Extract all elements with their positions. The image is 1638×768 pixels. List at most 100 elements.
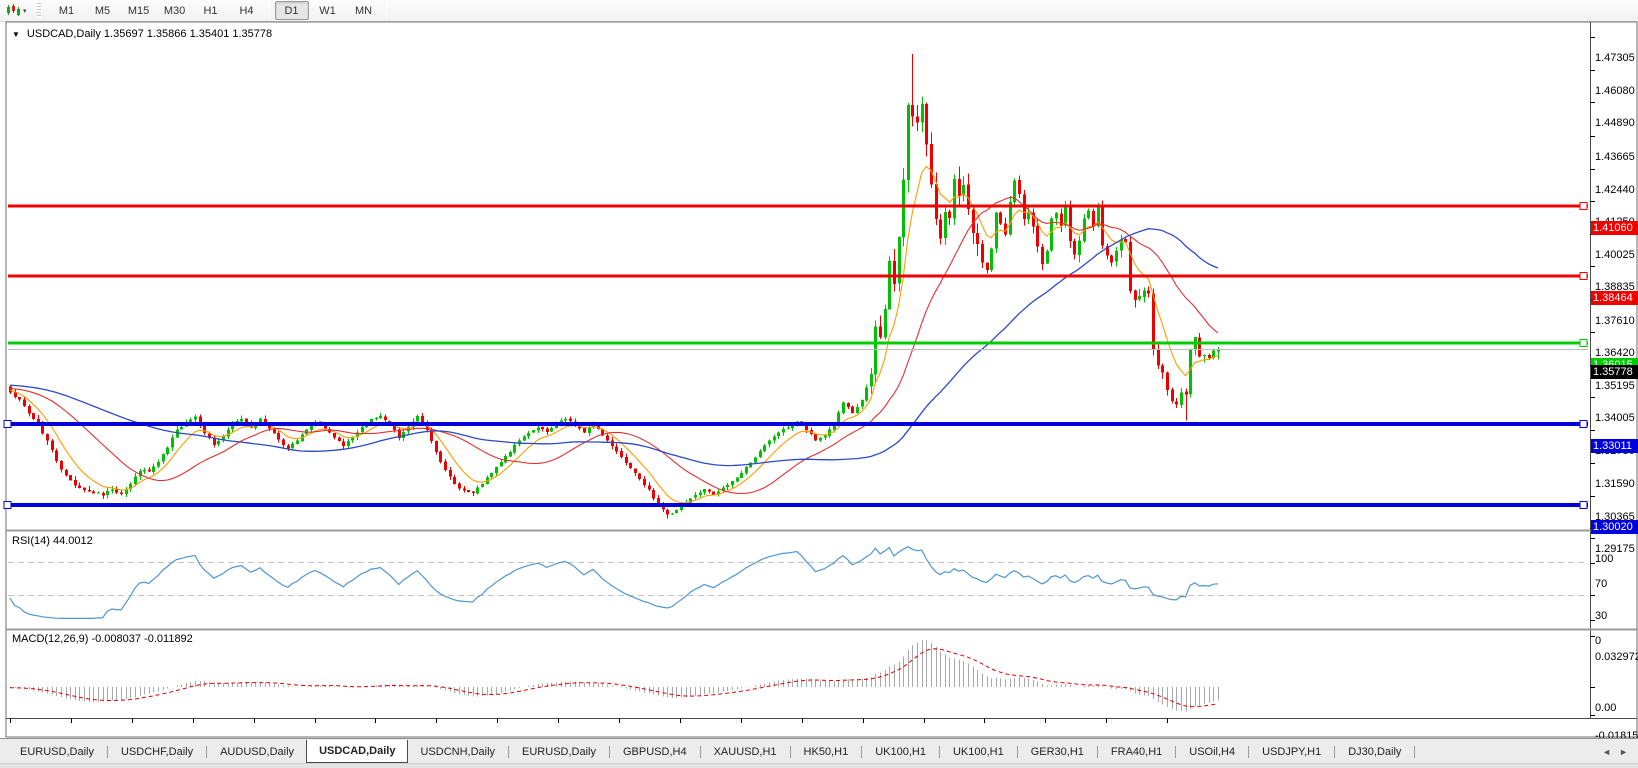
candle-body <box>819 438 822 441</box>
price-axis-tick-label: 1.43665 <box>1595 151 1635 163</box>
candle-body <box>731 481 734 485</box>
candle-body <box>338 437 341 442</box>
candle-body <box>1203 354 1206 357</box>
candle-body <box>1152 293 1155 350</box>
chart-tabs: EURUSD,Daily USDCHF,Daily AUDUSD,Daily USDC… <box>8 739 1416 764</box>
candle-body <box>83 487 86 491</box>
candle-body <box>740 473 743 479</box>
line-handle[interactable] <box>1579 272 1588 280</box>
chart-canvas[interactable] <box>0 0 1638 768</box>
macd-indicator-label: MACD(12,26,9) -0.008037 -0.011892 <box>12 633 193 645</box>
candle-body <box>1055 213 1058 219</box>
candle-body <box>532 430 535 433</box>
candle-body <box>1046 251 1049 264</box>
chart-tab-usdcad-daily[interactable]: USDCAD,Daily <box>306 739 409 763</box>
price-axis-tick-label: 1.40025 <box>1595 249 1635 261</box>
chart-tab-usdjpy-h1[interactable]: USDJPY,H1 <box>1250 742 1333 762</box>
candle-body <box>648 485 651 490</box>
candle-body <box>523 436 526 441</box>
chart-tab-usdcnh-daily[interactable]: USDCNH,Daily <box>408 742 507 762</box>
candle-body <box>120 492 123 494</box>
chart-tab-xauusd-h1[interactable]: XAUUSD,H1 <box>702 742 789 762</box>
candle-body <box>166 447 169 454</box>
candle-body <box>995 212 998 249</box>
line-handle[interactable] <box>3 420 12 428</box>
candle-body <box>32 413 35 420</box>
tab-separator <box>1334 745 1336 758</box>
candle-body <box>754 457 757 463</box>
candle-body <box>342 441 345 446</box>
candle-body <box>541 426 544 430</box>
candle-body <box>1166 372 1169 390</box>
candle-body <box>902 179 905 238</box>
candle-body <box>1120 239 1123 251</box>
line-handle[interactable] <box>1579 339 1588 347</box>
candle-body <box>51 440 54 451</box>
tab-separator <box>1414 745 1416 758</box>
chart-tab-audusd-daily[interactable]: AUDUSD,Daily <box>208 742 306 762</box>
candle-body <box>500 462 503 467</box>
chart-tab-gbpusd-h4[interactable]: GBPUSD,H4 <box>611 742 699 762</box>
candle-body <box>1134 290 1137 301</box>
chart-tab-eurusd-daily[interactable]: EURUSD,Daily <box>8 742 106 762</box>
symbol-dropdown-icon[interactable]: ▼ <box>12 30 20 39</box>
chart-tab-uk100-h1[interactable]: UK100,H1 <box>941 742 1016 762</box>
chart-tab-usdchf-daily[interactable]: USDCHF,Daily <box>109 742 205 762</box>
candle-body <box>981 243 984 263</box>
tab-scroll-arrows: ◄ ► <box>1602 747 1628 757</box>
candle-body <box>148 469 151 472</box>
candle-body <box>564 418 567 421</box>
candle-body <box>23 399 26 407</box>
line-handle[interactable] <box>3 501 12 509</box>
chart-tab-dj30-daily[interactable]: DJ30,Daily <box>1336 742 1413 762</box>
candle-body <box>513 444 516 453</box>
rsi-indicator-label: RSI(14) 44.0012 <box>12 535 93 547</box>
chart-tab-hk50-h1[interactable]: HK50,H1 <box>792 742 861 762</box>
tab-separator <box>206 745 208 758</box>
candle-body <box>773 436 776 441</box>
candle-body <box>74 479 77 486</box>
candle-body <box>1147 290 1150 294</box>
candle-body <box>708 489 711 492</box>
candle-body <box>88 489 91 492</box>
candle-body <box>879 326 882 338</box>
candle-body <box>671 513 674 515</box>
candle-body <box>935 184 938 220</box>
candle-body <box>583 428 586 433</box>
price-axis-tick-label: 1.42440 <box>1595 184 1635 196</box>
line-handle[interactable] <box>1579 420 1588 428</box>
tab-separator <box>789 745 791 758</box>
candle-body <box>1143 290 1146 297</box>
chart-tab-fra40-h1[interactable]: FRA40,H1 <box>1099 742 1174 762</box>
candle-body <box>847 403 850 408</box>
price-line-label: 1.41060 <box>1591 221 1638 235</box>
candle-body <box>569 418 572 422</box>
candle-body <box>588 428 591 434</box>
candle-body <box>768 440 771 445</box>
price-axis-tick-label: 1.46080 <box>1595 85 1635 97</box>
candle-body <box>944 211 947 239</box>
chart-tab-uk100-h1[interactable]: UK100,H1 <box>863 742 938 762</box>
tab-separator <box>699 745 701 758</box>
candle-body <box>476 487 479 494</box>
candle-body <box>439 451 442 463</box>
chart-tab-eurusd-daily[interactable]: EURUSD,Daily <box>510 742 608 762</box>
candle-body <box>152 466 155 472</box>
candle-body <box>916 116 919 123</box>
candle-body <box>921 104 924 123</box>
chart-tab-ger30-h1[interactable]: GER30,H1 <box>1019 742 1096 762</box>
candle-body <box>296 440 299 444</box>
line-handle[interactable] <box>1579 202 1588 210</box>
candle-body <box>134 476 137 485</box>
candle-body <box>458 483 461 489</box>
tab-scroll-left-icon[interactable]: ◄ <box>1602 747 1611 757</box>
tab-scroll-right-icon[interactable]: ► <box>1619 747 1628 757</box>
candle-body <box>736 477 739 482</box>
candle-body <box>333 432 336 438</box>
line-handle[interactable] <box>1579 501 1588 509</box>
candle-body <box>1157 349 1160 366</box>
candle-body <box>46 433 49 441</box>
candle-body <box>472 491 475 494</box>
candle-body <box>60 460 63 470</box>
chart-tab-usoil-h4[interactable]: USOil,H4 <box>1177 742 1247 762</box>
